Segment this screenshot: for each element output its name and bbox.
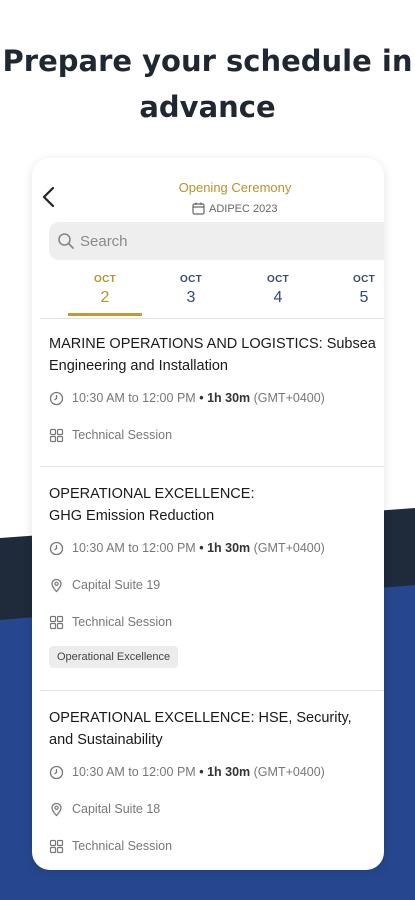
session-duration: 1h 30m — [207, 765, 251, 779]
session-type: Technical Session — [72, 839, 173, 853]
clock-icon — [49, 391, 64, 405]
tab-oct-4[interactable]: OCT 4 — [241, 274, 315, 318]
session-time-row: 10:30 AM to 12:00 PM • 1h 30m (GMT+0400) — [49, 388, 379, 408]
tab-day: 3 — [186, 289, 196, 306]
session-time-row: 10:30 AM to 12:00 PM • 1h 30m (GMT+0400) — [49, 538, 379, 558]
session-time-text: 10:30 AM to 12:00 PM • 1h 30m (GMT+0400) — [72, 391, 325, 405]
tab-oct-2[interactable]: OCT 2 — [68, 274, 142, 318]
tab-month: OCT — [93, 274, 116, 285]
session-location-row: Capital Suite 18 — [49, 799, 379, 819]
event-subtitle: ADIPEC 2023 — [192, 202, 277, 215]
tab-day: 5 — [359, 289, 369, 306]
track-tag[interactable]: Operational Excellence — [49, 646, 179, 668]
date-tabs: OCT 2 OCT 3 OCT 4 OCT 5 — [68, 274, 384, 318]
session-title: MARINE OPERATIONS AND LOGISTICS: Subsea … — [49, 336, 376, 374]
tab-day: 2 — [100, 289, 110, 306]
session-timezone: (GMT+0400) — [253, 391, 325, 405]
session-type-row: Technical Session — [49, 836, 379, 856]
tab-month: OCT — [266, 274, 289, 285]
session-time-row: 10:30 AM to 12:00 PM • 1h 30m (GMT+0400) — [49, 762, 379, 782]
session-time-text: 10:30 AM to 12:00 PM • 1h 30m (GMT+0400) — [72, 765, 325, 779]
session-card[interactable]: OPERATIONAL EXCELLENCE: GHG Emission Red… — [49, 483, 379, 668]
session-location: Capital Suite 18 — [72, 802, 161, 816]
event-subtitle-text: ADIPEC 2023 — [209, 202, 278, 215]
tab-month: OCT — [352, 274, 375, 285]
session-title: OPERATIONAL EXCELLENCE: HSE, Security, a… — [49, 710, 352, 748]
session-separator: • — [199, 391, 204, 405]
session-location: Capital Suite 19 — [72, 578, 161, 592]
grid-icon — [49, 839, 64, 853]
session-divider — [40, 690, 384, 691]
tab-month: OCT — [179, 274, 202, 285]
session-location-row: Capital Suite 19 — [49, 575, 379, 595]
session-timezone: (GMT+0400) — [253, 541, 325, 555]
session-type: Technical Session — [72, 428, 173, 442]
page-headline: Prepare your schedule in advance — [0, 38, 415, 130]
session-type: Technical Session — [72, 615, 173, 629]
session-separator: • — [199, 765, 204, 779]
search-input[interactable]: Search — [49, 222, 384, 260]
headline-line-2: advance — [139, 90, 276, 124]
location-pin-icon — [51, 802, 62, 816]
tabs-divider — [40, 318, 384, 319]
session-time: 10:30 AM to 12:00 PM — [72, 765, 196, 779]
session-type-row: Technical Session — [49, 425, 379, 445]
tab-oct-3[interactable]: OCT 3 — [154, 274, 228, 318]
session-card[interactable]: MARINE OPERATIONS AND LOGISTICS: Subsea … — [49, 333, 379, 445]
tab-oct-5[interactable]: OCT 5 — [327, 274, 384, 318]
session-timezone: (GMT+0400) — [253, 765, 325, 779]
grid-icon — [49, 615, 64, 629]
session-duration: 1h 30m — [207, 541, 251, 555]
tab-day: 4 — [273, 289, 283, 306]
active-tab-indicator — [68, 313, 142, 316]
grid-icon — [49, 428, 64, 442]
session-time: 10:30 AM to 12:00 PM — [72, 541, 196, 555]
session-divider — [40, 466, 384, 467]
location-pin-icon — [51, 578, 62, 592]
event-title: Opening Ceremony — [178, 180, 292, 195]
session-card[interactable]: OPERATIONAL EXCELLENCE: HSE, Security, a… — [49, 707, 379, 856]
clock-icon — [49, 765, 64, 779]
phone-screen: Opening Ceremony ADIPEC 2023 Search OCT … — [32, 158, 384, 870]
session-title: OPERATIONAL EXCELLENCE: GHG Emission Red… — [49, 486, 255, 524]
session-time-text: 10:30 AM to 12:00 PM • 1h 30m (GMT+0400) — [72, 541, 325, 555]
session-time: 10:30 AM to 12:00 PM — [72, 391, 196, 405]
calendar-icon — [192, 202, 205, 215]
clock-icon — [49, 541, 64, 555]
headline-line-1: Prepare your schedule in — [2, 44, 413, 78]
session-type-row: Technical Session — [49, 612, 379, 632]
session-duration: 1h 30m — [207, 391, 251, 405]
session-separator: • — [199, 541, 204, 555]
search-placeholder: Search — [80, 232, 128, 250]
search-icon — [58, 233, 74, 249]
